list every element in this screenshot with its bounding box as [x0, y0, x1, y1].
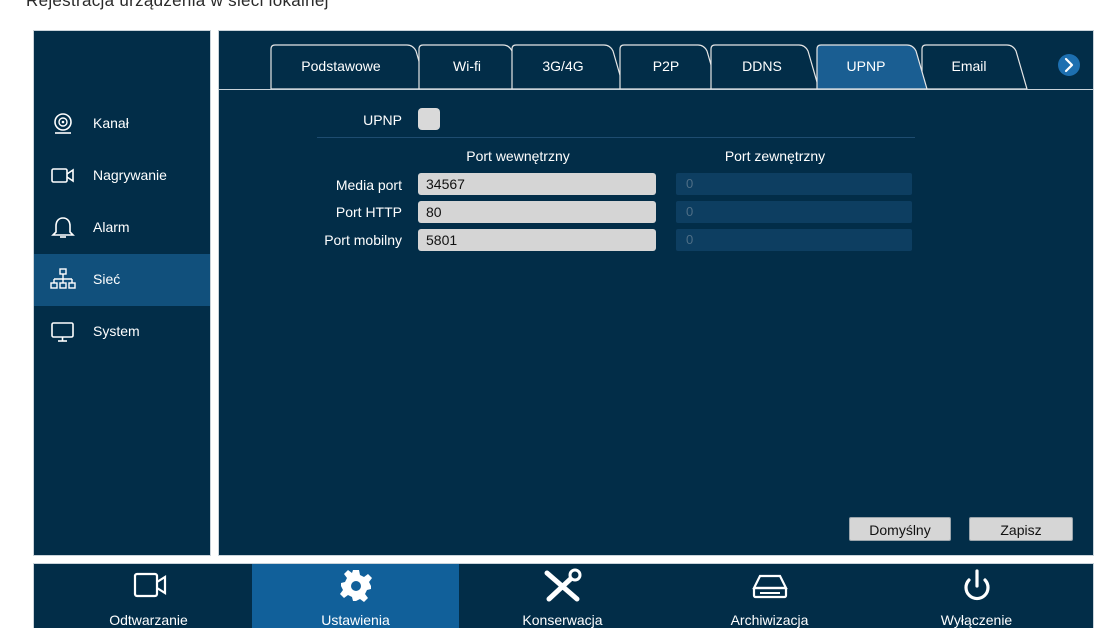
gear-icon — [340, 570, 372, 602]
mobile-port-label: Port mobilny — [324, 232, 402, 248]
upnp-checkbox[interactable] — [418, 108, 440, 130]
tab-p2p[interactable]: P2P — [619, 44, 719, 89]
tab-bar: Podstawowe Wi-fi 3G/4G P2P DDNS Email UP… — [270, 44, 1080, 89]
bottom-item-label: Archiwizacja — [730, 612, 809, 628]
mobile-port-external-input[interactable]: 0 — [676, 229, 912, 251]
bottom-item-label: Konserwacja — [522, 612, 603, 628]
sidebar-item-siec[interactable]: Sieć — [34, 254, 210, 306]
sidebar-item-label: Alarm — [93, 219, 130, 235]
bottom-item-label: Wyłączenie — [940, 612, 1013, 628]
sidebar-item-label: Sieć — [93, 271, 121, 287]
save-button[interactable]: Zapisz — [969, 517, 1073, 541]
bottom-item-wylaczenie[interactable]: Wyłączenie — [873, 564, 1080, 628]
video-camera-icon — [133, 572, 167, 598]
upnp-label: UPNP — [363, 112, 402, 128]
sidebar-item-label: Nagrywanie — [93, 167, 167, 183]
col-header-external: Port zewnętrzny — [724, 148, 826, 164]
bottom-item-odtwarzanie[interactable]: Odtwarzanie — [45, 564, 252, 628]
tab-label: P2P — [653, 58, 679, 74]
hard-drive-icon — [752, 574, 788, 599]
tab-label: Wi-fi — [453, 58, 481, 74]
tab-label: UPNP — [847, 58, 886, 74]
bottom-item-konserwacja[interactable]: Konserwacja — [459, 564, 666, 628]
top-strip-text: Rejestracja urządzenia w sieci lokalnej — [26, 0, 329, 10]
media-port-internal-input[interactable]: 34567 — [418, 173, 656, 195]
col-header-internal: Port wewnętrzny — [466, 148, 570, 164]
tab-3g4g[interactable]: 3G/4G — [511, 44, 625, 89]
tabs-next-button[interactable] — [1058, 54, 1080, 76]
camera-lens-icon — [54, 113, 72, 134]
http-port-external-input[interactable]: 0 — [676, 201, 912, 223]
monitor-icon — [51, 322, 74, 342]
sidebar-item-label: Kanał — [93, 115, 129, 131]
bell-icon — [51, 217, 75, 238]
sidebar-item-label: System — [93, 323, 140, 339]
separator — [317, 137, 915, 138]
sidebar-item-nagrywanie[interactable]: Nagrywanie — [34, 150, 210, 202]
sidebar-item-alarm[interactable]: Alarm — [34, 202, 210, 254]
video-camera-icon — [51, 168, 74, 183]
tab-wifi[interactable]: Wi-fi — [418, 44, 524, 89]
bottom-menu: Odtwarzanie Ustawienia Konserwacja Archi… — [33, 563, 1094, 628]
sidebar: Kanał Nagrywanie Alarm Sieć System — [33, 30, 211, 556]
tab-podstawowe[interactable]: Podstawowe — [270, 44, 428, 89]
media-port-external-input[interactable]: 0 — [676, 173, 912, 195]
tab-divider — [219, 89, 1093, 90]
network-icon — [50, 268, 76, 289]
tab-label: Email — [951, 58, 986, 74]
bottom-item-label: Odtwarzanie — [109, 612, 188, 628]
media-port-label: Media port — [335, 177, 402, 193]
tab-ddns[interactable]: DDNS — [710, 44, 820, 89]
http-port-label: Port HTTP — [335, 204, 402, 220]
tab-upnp[interactable]: UPNP — [816, 44, 928, 89]
settings-panel: Podstawowe Wi-fi 3G/4G P2P DDNS Email UP… — [218, 30, 1094, 556]
bottom-item-ustawienia[interactable]: Ustawienia — [252, 564, 459, 628]
bottom-item-label: Ustawienia — [321, 612, 390, 628]
tab-label: DDNS — [742, 58, 782, 74]
sidebar-item-system[interactable]: System — [34, 306, 210, 358]
top-strip: Rejestracja urządzenia w sieci lokalnej — [0, 0, 1104, 14]
tab-label: Podstawowe — [301, 58, 381, 74]
http-port-internal-input[interactable]: 80 — [418, 201, 656, 223]
tab-email[interactable]: Email — [921, 44, 1028, 89]
bottom-item-archiwizacja[interactable]: Archiwizacja — [666, 564, 873, 628]
sidebar-item-kanal[interactable]: Kanał — [34, 98, 210, 150]
tab-label: 3G/4G — [542, 58, 583, 74]
power-icon — [964, 569, 990, 601]
default-button[interactable]: Domyślny — [849, 517, 951, 541]
mobile-port-internal-input[interactable]: 5801 — [418, 229, 656, 251]
wrench-screwdriver-icon — [544, 568, 582, 602]
